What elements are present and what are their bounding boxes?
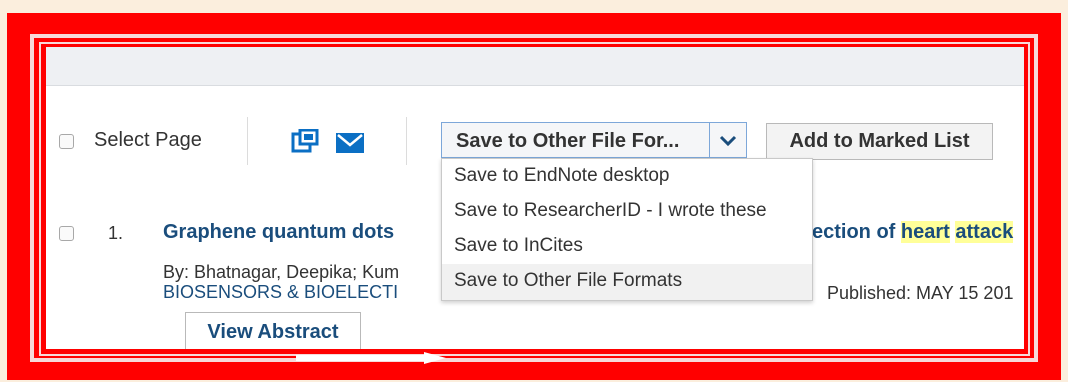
search-term-highlight-2: attack [955,221,1014,243]
record-number: 1. [108,223,124,243]
record-title-link-end[interactable]: ection of heart attack [812,221,1014,244]
chevron-down-icon [719,135,737,147]
record-authors: By: Bhatnagar, Deepika; Kum [163,262,400,282]
save-format-menu: Save to EndNote desktop Save to Research… [441,158,813,301]
results-panel: Select Page Save to Other File For... Ad… [46,47,1024,349]
menu-item-endnote[interactable]: Save to EndNote desktop [442,159,812,194]
save-format-select[interactable]: Save to Other File For... [441,122,747,158]
add-to-marked-list-button[interactable]: Add to Marked List [766,123,993,160]
search-term-highlight: heart [900,221,950,243]
toolbar-divider [247,117,248,165]
record-journal-link[interactable]: BIOSENSORS & BIOELECTI [163,282,398,303]
record-title-link[interactable]: Graphene quantum dots [163,221,394,244]
menu-item-researcherid[interactable]: Save to ResearcherID - I wrote these [442,194,812,229]
record-title-text: ection of [812,221,896,243]
menu-item-incites[interactable]: Save to InCites [442,229,812,264]
print-icon[interactable] [291,129,319,155]
email-icon[interactable] [336,133,364,153]
record-published-date: Published: MAY 15 201 [827,283,1014,303]
menu-item-other-formats[interactable]: Save to Other File Formats [442,264,812,300]
view-abstract-button[interactable]: View Abstract [185,312,361,349]
save-format-select-value: Save to Other File For... [456,130,680,152]
results-header-bar [46,47,1024,86]
record-checkbox[interactable] [59,226,74,241]
toolbar-divider-2 [406,117,407,165]
select-page-label: Select Page [94,129,202,151]
select-page-checkbox[interactable] [59,134,74,149]
save-format-dropdown-button[interactable] [709,123,746,157]
arrow-annotation [296,352,446,364]
